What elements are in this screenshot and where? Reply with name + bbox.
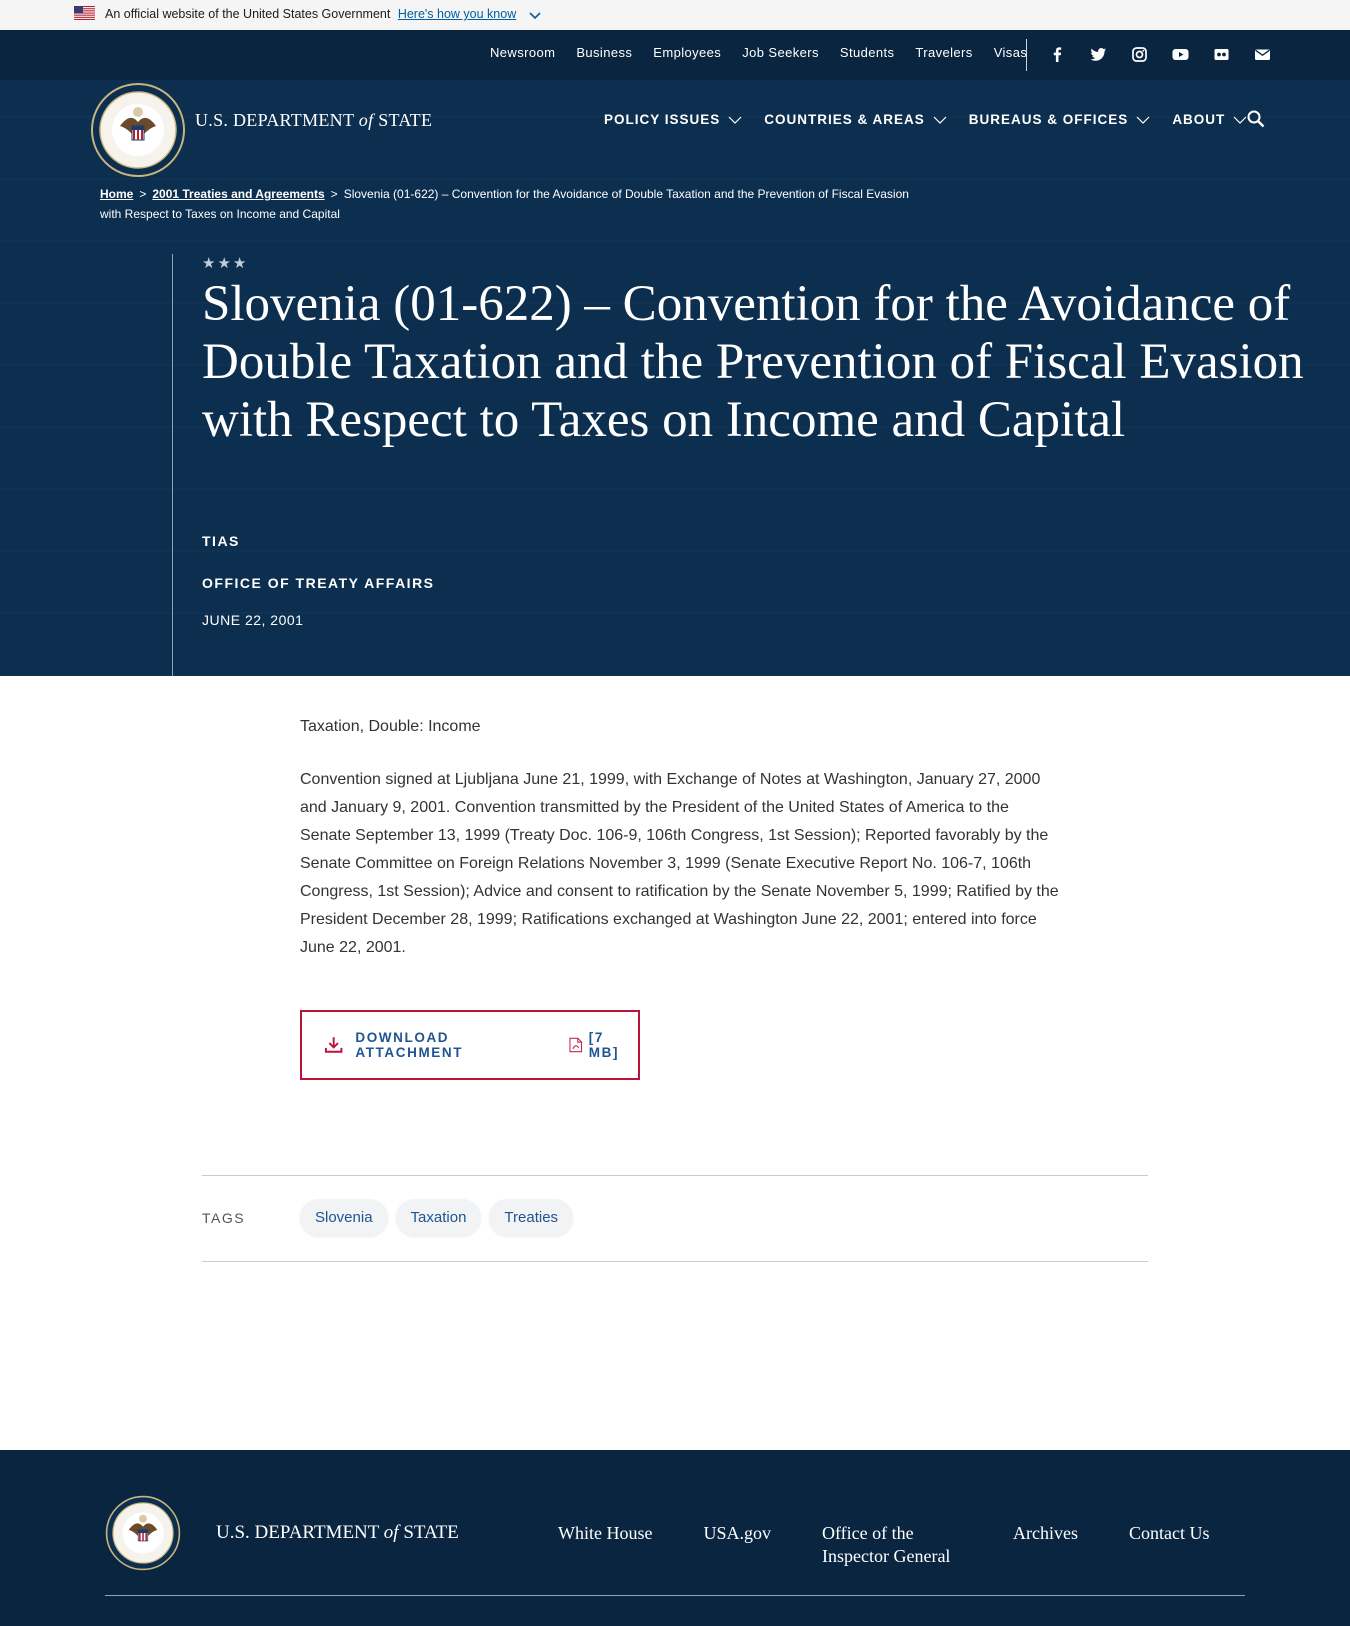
footer-wordmark[interactable]: U.S. DEPARTMENT of STATE	[216, 1522, 459, 1544]
nav-label: COUNTRIES & AREAS	[764, 112, 925, 127]
us-flag-icon	[74, 6, 95, 20]
nav-label: BUREAUS & OFFICES	[968, 112, 1129, 127]
youtube-icon[interactable]	[1171, 45, 1190, 64]
utility-link-employees[interactable]: Employees	[653, 45, 721, 60]
utility-link-travelers[interactable]: Travelers	[915, 45, 972, 60]
utility-link-visas[interactable]: Visas	[994, 45, 1028, 60]
gov-banner-text: An official website of the United States…	[105, 7, 391, 21]
tag-taxation[interactable]: Taxation	[395, 1199, 482, 1236]
chevron-down-icon	[728, 116, 742, 124]
nav-bureaus-offices[interactable]: BUREAUS & OFFICES	[969, 112, 1151, 127]
dept-of: of	[358, 110, 374, 130]
treaty-summary: Convention signed at Ljubljana June 21, …	[300, 771, 1059, 956]
footer-divider	[105, 1595, 1245, 1596]
utility-link-business[interactable]: Business	[576, 45, 632, 60]
chevron-down-icon	[1136, 116, 1150, 124]
department-seal-logo[interactable]	[90, 82, 186, 178]
utility-nav: Newsroom Business Employees Job Seekers …	[490, 45, 1027, 60]
social-links	[1048, 45, 1272, 64]
search-icon[interactable]	[1246, 109, 1266, 129]
department-wordmark[interactable]: U.S. DEPARTMENT of STATE	[195, 110, 432, 131]
footer-link-contact-us[interactable]: Contact Us	[1129, 1522, 1210, 1568]
stars-ornament: ★★★	[202, 255, 249, 272]
title-rule	[172, 254, 173, 676]
tags-label: TAGS	[202, 1210, 246, 1226]
utility-divider	[1026, 39, 1027, 71]
site-header: Newsroom Business Employees Job Seekers …	[0, 30, 1350, 676]
dept-suffix: STATE	[403, 1522, 459, 1543]
gov-banner: An official website of the United States…	[0, 0, 1350, 30]
utility-bar: Newsroom Business Employees Job Seekers …	[0, 30, 1350, 80]
dept-prefix: U.S. DEPARTMENT	[216, 1522, 380, 1543]
site-footer: U.S. DEPARTMENT of STATE White House USA…	[0, 1450, 1350, 1626]
footer-link-white-house[interactable]: White House	[558, 1522, 652, 1568]
facebook-icon[interactable]	[1048, 45, 1067, 64]
bureau-link[interactable]: TIAS	[202, 533, 240, 549]
how-you-know-link[interactable]: Here's how you know	[398, 7, 516, 21]
twitter-icon[interactable]	[1089, 45, 1108, 64]
breadcrumb-separator: >	[330, 187, 338, 201]
footer-link-inspector-general[interactable]: Office of the Inspector General	[822, 1522, 962, 1568]
nav-countries-areas[interactable]: COUNTRIES & AREAS	[764, 112, 947, 127]
download-icon	[324, 1037, 343, 1053]
pdf-file-icon	[569, 1037, 583, 1053]
tag-slovenia[interactable]: Slovenia	[300, 1199, 388, 1236]
footer-links: White House USA.gov Office of the Inspec…	[558, 1522, 1209, 1568]
dept-prefix: U.S. DEPARTMENT	[195, 110, 354, 130]
office-link[interactable]: OFFICE OF TREATY AFFAIRS	[202, 575, 435, 591]
email-icon[interactable]	[1253, 45, 1272, 64]
dept-of: of	[383, 1522, 399, 1543]
breadcrumb-separator: >	[139, 187, 147, 201]
nav-label: ABOUT	[1172, 112, 1226, 127]
tags-list: Slovenia Taxation Treaties	[300, 1199, 574, 1236]
breadcrumb: Home >2001 Treaties and Agreements > Sloven…	[100, 184, 930, 224]
chevron-down-icon	[933, 116, 947, 124]
download-size: [7 MB]	[588, 1030, 620, 1060]
chevron-down-icon[interactable]	[528, 8, 542, 22]
main-nav: POLICY ISSUES COUNTRIES & AREAS BUREAUS …	[604, 112, 1247, 127]
footer-link-usagov[interactable]: USA.gov	[703, 1522, 771, 1568]
breadcrumb-parent[interactable]: 2001 Treaties and Agreements	[152, 187, 324, 201]
dept-suffix: STATE	[378, 110, 433, 130]
breadcrumb-home[interactable]: Home	[100, 187, 133, 201]
utility-link-job-seekers[interactable]: Job Seekers	[742, 45, 819, 60]
tag-treaties[interactable]: Treaties	[489, 1199, 574, 1236]
utility-link-newsroom[interactable]: Newsroom	[490, 45, 555, 60]
nav-policy-issues[interactable]: POLICY ISSUES	[604, 112, 742, 127]
utility-link-students[interactable]: Students	[840, 45, 895, 60]
flickr-icon[interactable]	[1212, 45, 1231, 64]
nav-label: POLICY ISSUES	[604, 112, 721, 127]
treaty-subject: Taxation, Double: Income	[300, 718, 481, 735]
instagram-icon[interactable]	[1130, 45, 1149, 64]
nav-about[interactable]: ABOUT	[1172, 112, 1247, 127]
publish-date: JUNE 22, 2001	[202, 612, 304, 628]
footer-link-archives[interactable]: Archives	[1013, 1522, 1078, 1568]
download-label: DOWNLOAD ATTACHMENT	[355, 1030, 464, 1060]
download-attachment-button[interactable]: DOWNLOAD ATTACHMENT [7 MB]	[300, 1010, 640, 1080]
page-title: Slovenia (01-622) – Convention for the A…	[202, 276, 1304, 448]
department-seal-logo[interactable]	[105, 1495, 181, 1571]
tags-divider-top	[202, 1175, 1148, 1176]
tags-divider-bottom	[202, 1261, 1148, 1262]
